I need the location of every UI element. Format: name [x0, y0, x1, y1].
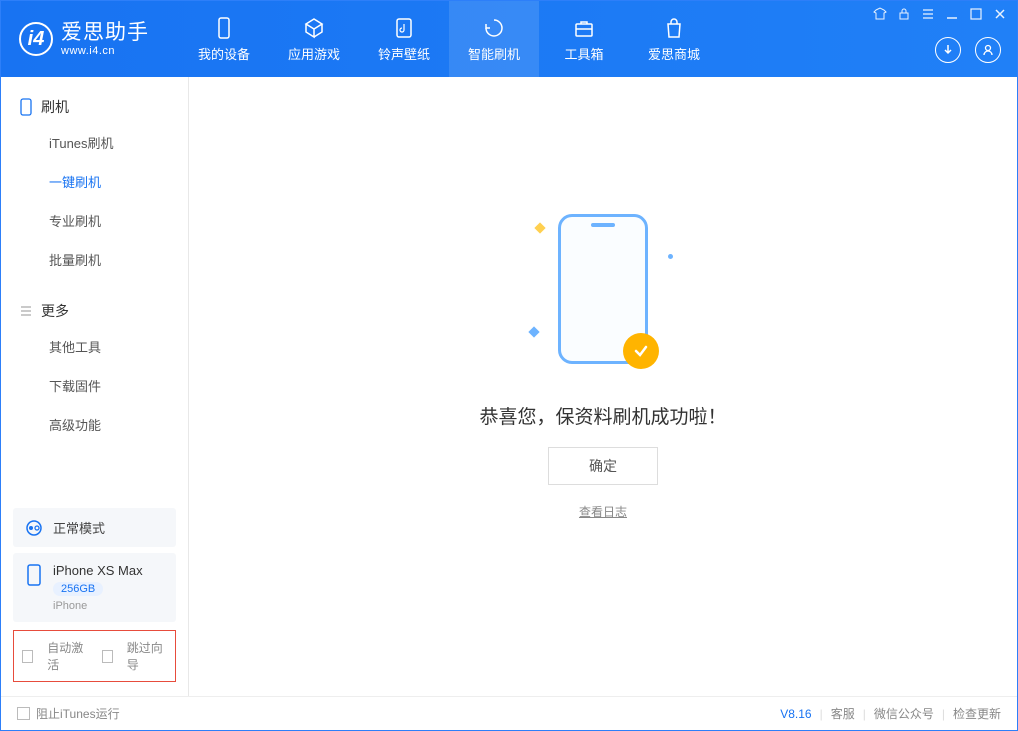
success-message: 恭喜您，保资料刷机成功啦！ — [479, 402, 726, 429]
sidebar-item-oneclick-flash[interactable]: 一键刷机 — [1, 162, 188, 201]
maximize-icon[interactable] — [969, 7, 983, 21]
footer-wechat-link[interactable]: 微信公众号 — [874, 705, 934, 722]
tab-apps-games[interactable]: 应用游戏 — [269, 1, 359, 77]
refresh-shield-icon — [482, 16, 506, 40]
capacity-badge: 256GB — [53, 582, 103, 596]
main-content: 恭喜您，保资料刷机成功啦！ 确定 查看日志 — [189, 77, 1017, 696]
phone-icon — [212, 16, 236, 40]
device-type: iPhone — [53, 600, 143, 612]
shopping-bag-icon — [662, 16, 686, 40]
sidebar-section-flash: 刷机 — [1, 91, 188, 123]
tab-label: 铃声壁纸 — [378, 44, 430, 63]
skip-guide-label: 跳过向导 — [127, 639, 167, 673]
footer-update-link[interactable]: 检查更新 — [953, 705, 1001, 722]
sidebar-item-itunes-flash[interactable]: iTunes刷机 — [1, 123, 188, 162]
device-icon — [19, 98, 33, 116]
sidebar-item-download-firmware[interactable]: 下载固件 — [1, 366, 188, 405]
tab-label: 智能刷机 — [468, 44, 520, 63]
block-itunes-checkbox[interactable] — [17, 707, 30, 720]
device-name: iPhone XS Max — [53, 563, 143, 578]
toolbox-icon — [572, 16, 596, 40]
tab-label: 应用游戏 — [288, 44, 340, 63]
skip-guide-checkbox[interactable] — [102, 650, 113, 663]
highlighted-options-row: 自动激活 跳过向导 — [13, 630, 176, 682]
footer: 阻止iTunes运行 V8.16 | 客服 | 微信公众号 | 检查更新 — [1, 696, 1017, 730]
auto-activate-label: 自动激活 — [47, 639, 87, 673]
list-icon — [19, 304, 33, 318]
tab-label: 工具箱 — [564, 44, 603, 63]
mode-box[interactable]: 正常模式 — [13, 508, 176, 547]
section-title: 更多 — [41, 301, 69, 321]
sidebar-item-batch-flash[interactable]: 批量刷机 — [1, 240, 188, 279]
app-header: i4 爱思助手 www.i4.cn 我的设备 应用游戏 铃声壁纸 智能刷机 工具… — [1, 1, 1017, 77]
section-title: 刷机 — [41, 97, 69, 117]
block-itunes-label: 阻止iTunes运行 — [36, 705, 120, 722]
app-logo: i4 爱思助手 www.i4.cn — [19, 21, 149, 56]
footer-support-link[interactable]: 客服 — [831, 705, 855, 722]
app-title: 爱思助手 — [61, 21, 149, 44]
sidebar-section-more: 更多 — [1, 295, 188, 327]
tab-store[interactable]: 爱思商城 — [629, 1, 719, 77]
tab-my-device[interactable]: 我的设备 — [179, 1, 269, 77]
logo-icon: i4 — [19, 22, 53, 56]
music-file-icon — [392, 16, 416, 40]
phone-icon — [25, 563, 43, 587]
success-illustration — [558, 214, 648, 364]
app-subtitle: www.i4.cn — [61, 45, 149, 57]
tab-label: 爱思商城 — [648, 44, 700, 63]
header-actions — [935, 37, 1001, 63]
tab-label: 我的设备 — [198, 44, 250, 63]
lock-icon[interactable] — [897, 7, 911, 21]
view-log-link[interactable]: 查看日志 — [579, 503, 627, 520]
sidebar: 刷机 iTunes刷机 一键刷机 专业刷机 批量刷机 更多 其他工具 下载固件 … — [1, 77, 189, 696]
mode-icon — [25, 519, 43, 537]
nav-tabs: 我的设备 应用游戏 铃声壁纸 智能刷机 工具箱 爱思商城 — [179, 1, 719, 77]
tab-toolbox[interactable]: 工具箱 — [539, 1, 629, 77]
check-badge-icon — [623, 333, 659, 369]
minimize-icon[interactable] — [945, 7, 959, 21]
version-label: V8.16 — [780, 707, 811, 721]
mode-label: 正常模式 — [53, 518, 105, 537]
cube-icon — [302, 16, 326, 40]
menu-icon[interactable] — [921, 7, 935, 21]
device-box[interactable]: iPhone XS Max 256GB iPhone — [13, 553, 176, 622]
user-button[interactable] — [975, 37, 1001, 63]
close-icon[interactable] — [993, 7, 1007, 21]
ok-button[interactable]: 确定 — [548, 447, 658, 485]
window-controls — [873, 7, 1007, 21]
shirt-icon[interactable] — [873, 7, 887, 21]
auto-activate-checkbox[interactable] — [22, 650, 33, 663]
download-button[interactable] — [935, 37, 961, 63]
sidebar-item-other-tools[interactable]: 其他工具 — [1, 327, 188, 366]
tab-smart-flash[interactable]: 智能刷机 — [449, 1, 539, 77]
sidebar-item-pro-flash[interactable]: 专业刷机 — [1, 201, 188, 240]
tab-ringtones[interactable]: 铃声壁纸 — [359, 1, 449, 77]
sidebar-item-advanced[interactable]: 高级功能 — [1, 405, 188, 444]
